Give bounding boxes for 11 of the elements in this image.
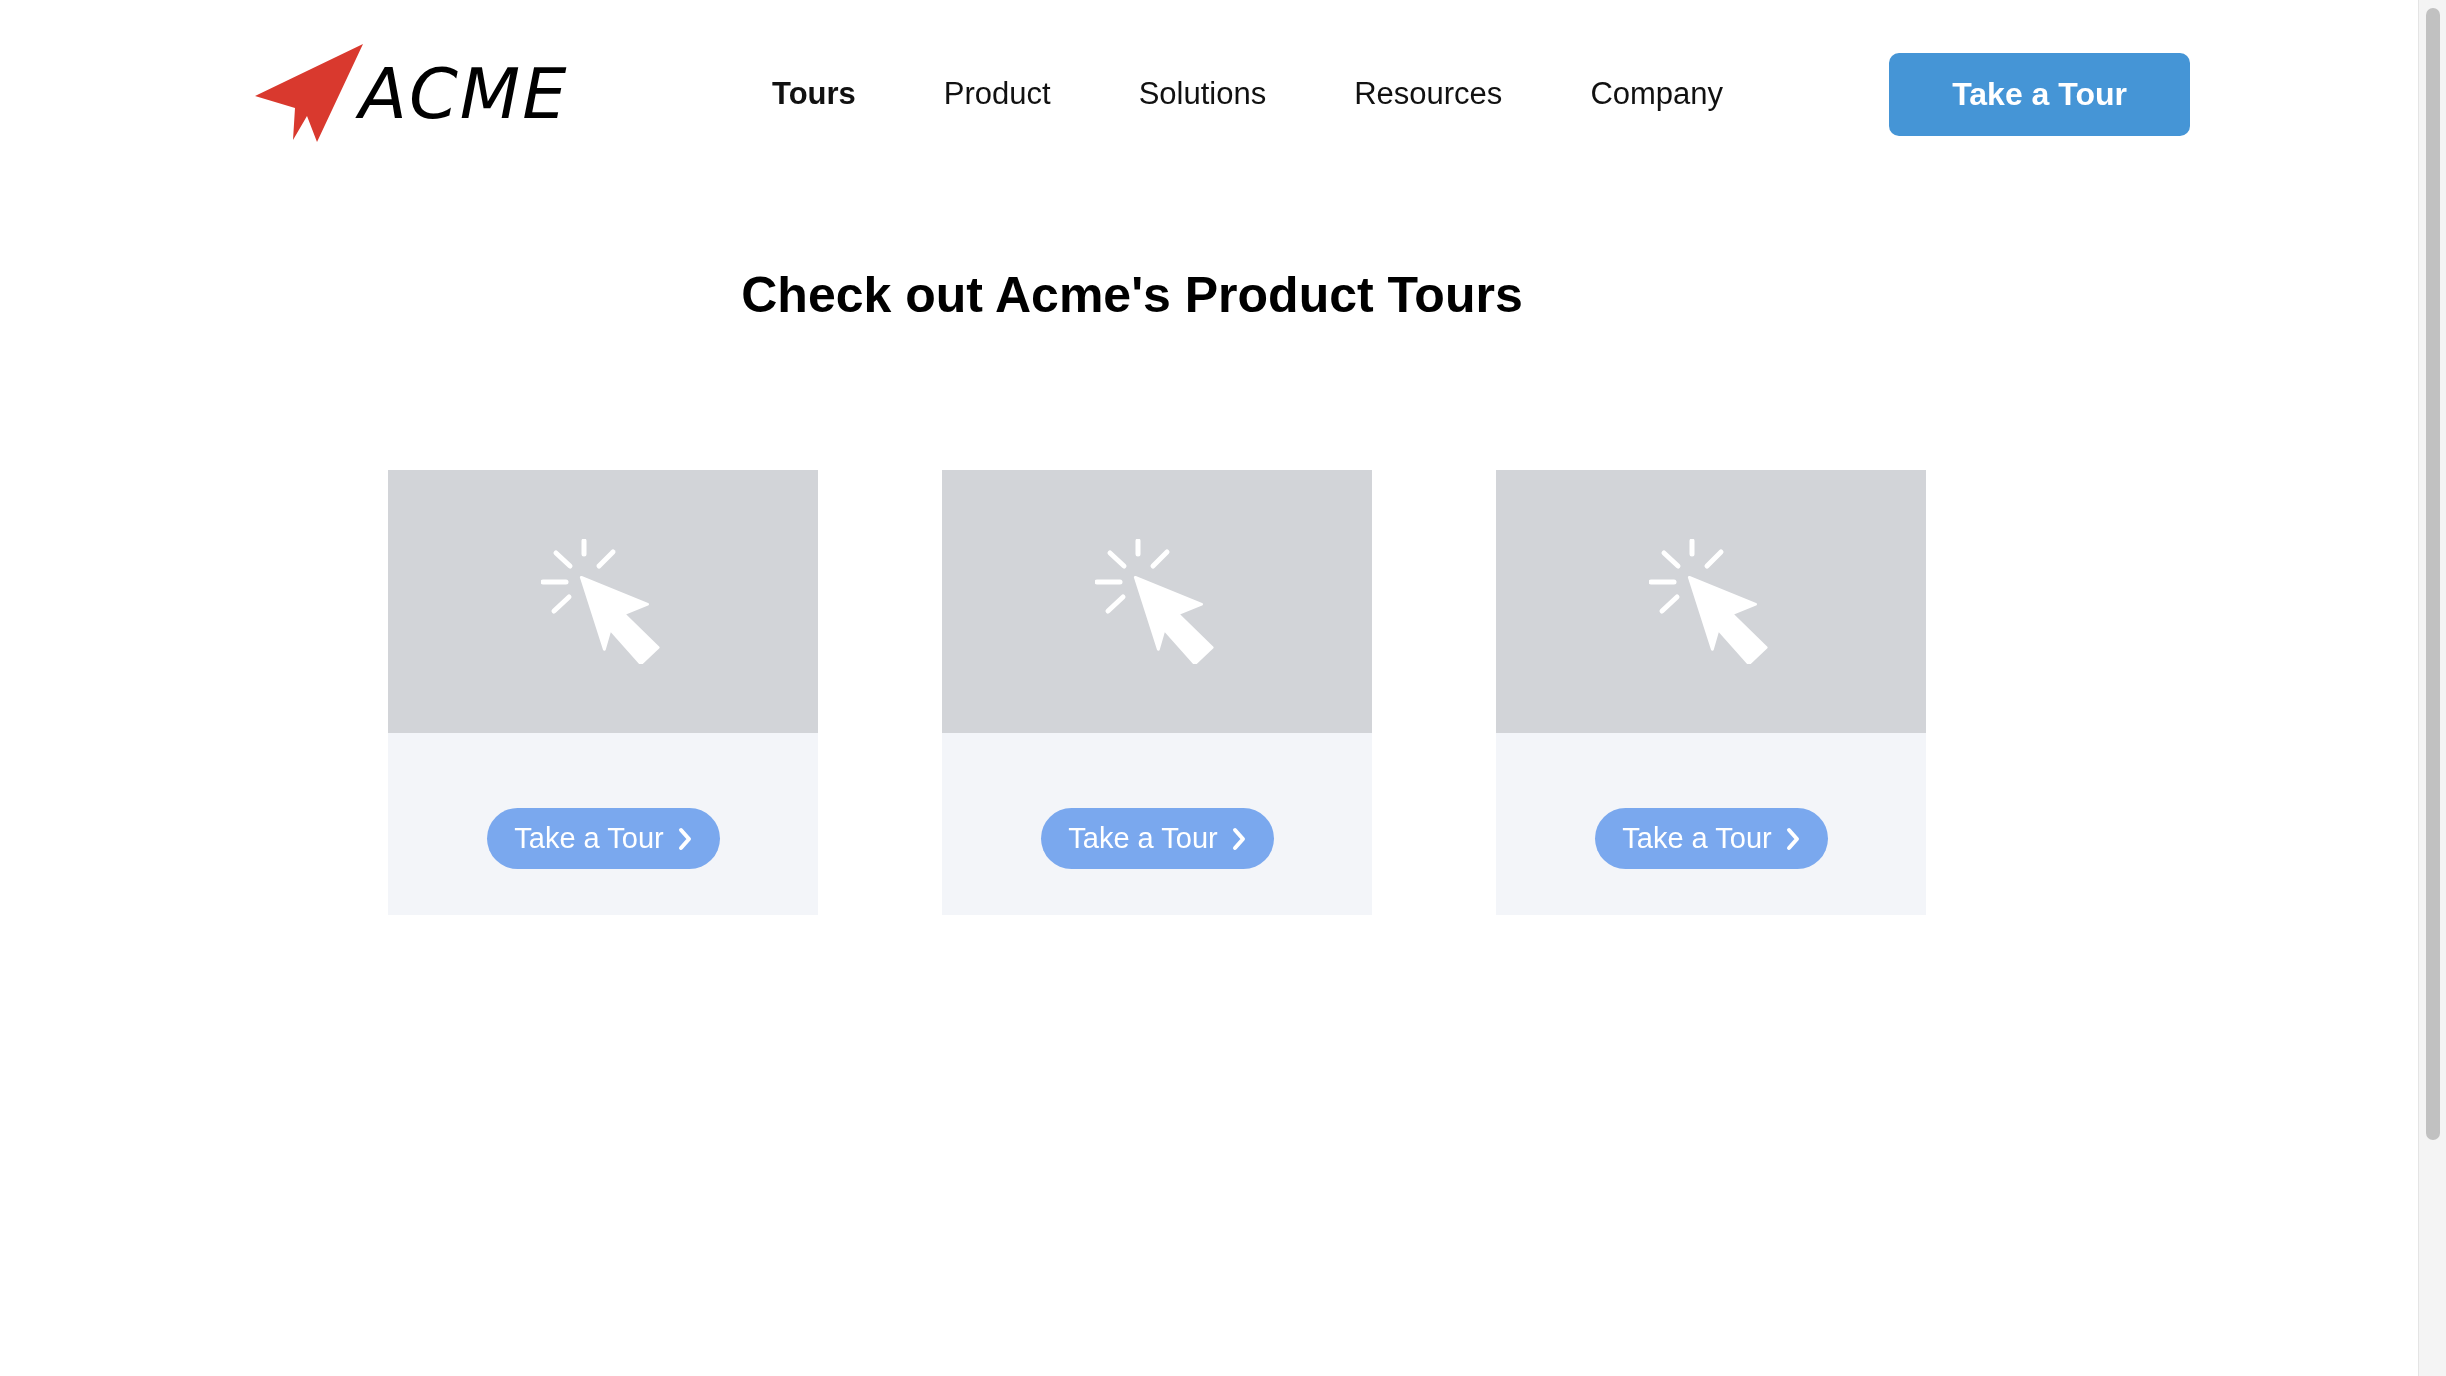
- nav-link[interactable]: Solutions: [1138, 76, 1267, 112]
- scrollbar[interactable]: [2418, 0, 2446, 1376]
- nav-link[interactable]: Product: [943, 76, 1051, 112]
- scrollbar-thumb[interactable]: [2426, 8, 2440, 1140]
- chevron-right-icon: [1785, 826, 1800, 851]
- page-heading: Check out Acme's Product Tours: [740, 266, 1524, 324]
- nav-link[interactable]: Tours: [772, 76, 856, 112]
- nav-link[interactable]: Company: [1590, 76, 1724, 112]
- chevron-right-icon: [677, 826, 692, 851]
- nav-link[interactable]: Resources: [1354, 76, 1503, 112]
- chevron-right-icon: [1231, 826, 1246, 851]
